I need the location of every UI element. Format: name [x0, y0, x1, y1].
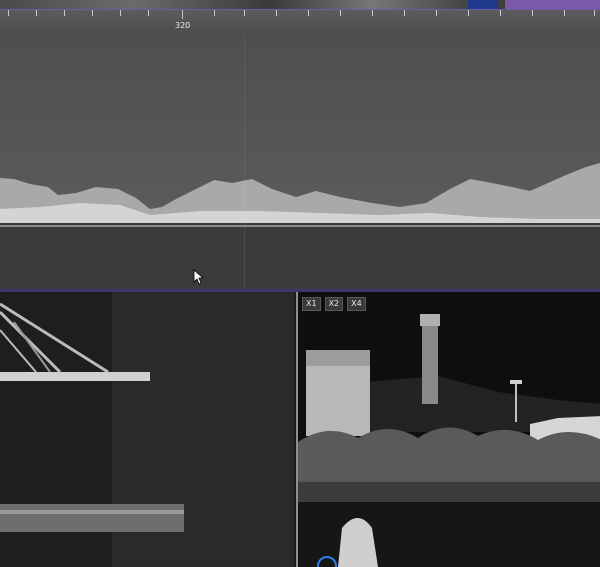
stitch-seam: [244, 33, 245, 289]
ruler-tick: [214, 10, 215, 16]
ruler-tick: [276, 10, 277, 16]
horizon-line: [0, 225, 600, 227]
tree-line: [298, 427, 600, 482]
ruler-tick: [594, 10, 595, 16]
ruler-tick: [148, 10, 149, 16]
building-roof: [306, 350, 370, 366]
mouse-pointer-icon: [193, 269, 205, 285]
left-camera-scene: [0, 292, 294, 567]
panorama-scene: [0, 163, 600, 289]
ruler-tick: [308, 10, 309, 16]
ruler-tick: [8, 10, 9, 16]
zoom-x2-button[interactable]: X2: [324, 297, 344, 311]
top-status-strip: [0, 0, 600, 9]
fence: [298, 482, 600, 502]
zoom-x1-button[interactable]: X1: [302, 297, 321, 311]
panorama-view[interactable]: [0, 33, 600, 289]
building: [306, 366, 370, 436]
blue-indicator[interactable]: [468, 0, 498, 9]
bearing-ruler[interactable]: 320: [0, 9, 600, 33]
ruler-tick: [340, 10, 341, 16]
tower-structure: [422, 314, 438, 404]
ruler-tick: [404, 10, 405, 16]
crane-boom: [0, 372, 150, 381]
camera-view-right[interactable]: [296, 292, 600, 567]
ruler-tick: [468, 10, 469, 16]
camera-view-left[interactable]: [0, 292, 294, 567]
ruler-tick: [372, 10, 373, 16]
sea-surface: [0, 223, 600, 289]
ruler-tick: [500, 10, 501, 16]
purple-indicator[interactable]: [505, 0, 600, 9]
barge-deck: [0, 510, 184, 514]
ruler-tick: [36, 10, 37, 16]
ruler-tick: [64, 10, 65, 16]
ruler-tick: [182, 10, 183, 19]
ruler-tick: [532, 10, 533, 16]
barge: [0, 504, 184, 532]
right-camera-scene: [298, 292, 600, 567]
ruler-tick: [244, 10, 245, 16]
zoom-x4-button[interactable]: X4: [347, 297, 366, 311]
light-head: [510, 380, 522, 384]
ruler-tick: [120, 10, 121, 16]
ruler-tick: [436, 10, 437, 16]
zoom-controls: X1 X2 X4: [302, 297, 366, 311]
ruler-tick: [564, 10, 565, 16]
ruler-label: 320: [175, 21, 191, 30]
ruler-tick: [92, 10, 93, 16]
tower-top: [420, 314, 440, 326]
